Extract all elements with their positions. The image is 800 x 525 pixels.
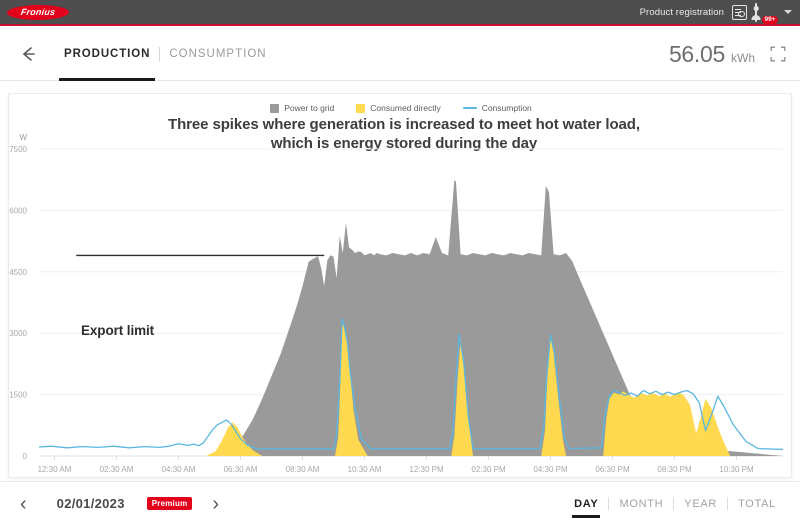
premium-badge: Premium [146,497,193,510]
avatar-icon [755,3,757,22]
page-header: PRODUCTION CONSUMPTION 56.05 kWh [0,28,800,81]
tab-production[interactable]: PRODUCTION [55,28,159,81]
range-tab-day[interactable]: DAY [564,491,608,518]
export-limit-annotation: Export limit [81,323,155,338]
x-axis-tick-5: 10:30 AM [348,465,382,474]
view-tabs: PRODUCTION CONSUMPTION [55,28,276,81]
x-axis-tick-11: 10:30 PM [719,465,754,474]
production-chart[interactable]: 0 1500 3000 4500 6000 7500 W 12:30 AM 02:30 AM 04… [9,94,792,478]
range-tab-month[interactable]: MONTH [609,491,673,517]
x-axis-tick-9: 06:30 PM [595,465,630,474]
chevron-down-icon[interactable] [784,10,792,14]
y-axis-tick-6000: 6000 [9,206,27,215]
y-axis-tick-3000: 3000 [9,329,27,338]
previous-day-button[interactable]: ‹ [14,494,33,514]
y-axis-tick-7500: 7500 [9,145,27,154]
selected-date[interactable]: 02/01/2023 [57,496,125,511]
x-axis-tick-7: 02:30 PM [471,465,506,474]
y-axis-tick-4500: 4500 [9,268,27,277]
topbar-actions: Product registration 99+ [640,3,792,24]
header-summary: 56.05 kWh [669,41,786,68]
x-axis-tick-1: 02:30 AM [100,465,134,474]
range-tab-total[interactable]: TOTAL [728,491,786,517]
x-axis-tick-4: 08:30 AM [286,465,320,474]
range-tab-year[interactable]: YEAR [674,491,727,517]
fronius-logo-text: Fronius [20,6,56,17]
total-energy-value: 56.05 [668,40,725,67]
tab-consumption-label: CONSUMPTION [169,48,267,60]
x-axis-tick-10: 08:30 PM [657,465,692,474]
x-axis-tick-3: 06:30 AM [224,465,258,474]
y-axis-tick-0: 0 [23,452,28,461]
notification-badge: 99+ [761,15,778,24]
top-navigation-bar: Fronius Product registration 99+ [0,0,800,26]
fullscreen-icon[interactable] [770,46,786,62]
x-axis-tick-8: 04:30 PM [533,465,568,474]
tab-consumption[interactable]: CONSUMPTION [160,28,275,81]
y-axis-tick-1500: 1500 [9,391,27,400]
user-account-button[interactable]: 99+ [755,3,778,24]
x-axis-tick-2: 04:30 AM [162,465,196,474]
x-axis-tick-0: 12:30 AM [38,465,72,474]
production-chart-card: Power to grid Consumed directly Consumpt… [8,93,792,478]
chart-footer: ‹ 02/01/2023 Premium › DAY MONTH YEAR TO… [0,481,800,525]
fronius-logo[interactable]: Fronius [5,4,71,20]
product-registration-icon[interactable] [732,4,747,20]
y-axis-unit: W [19,133,27,142]
back-button[interactable] [17,43,39,65]
tab-production-label: PRODUCTION [64,48,151,60]
solarweb-production-page: Fronius Product registration 99+ PRODUCT… [0,0,800,525]
next-day-button[interactable]: › [206,494,225,514]
x-axis-tick-6: 12:30 PM [409,465,444,474]
product-registration-label[interactable]: Product registration [640,7,724,18]
total-energy-unit: kWh [731,50,755,65]
range-tabs: DAY MONTH YEAR TOTAL [564,491,786,518]
